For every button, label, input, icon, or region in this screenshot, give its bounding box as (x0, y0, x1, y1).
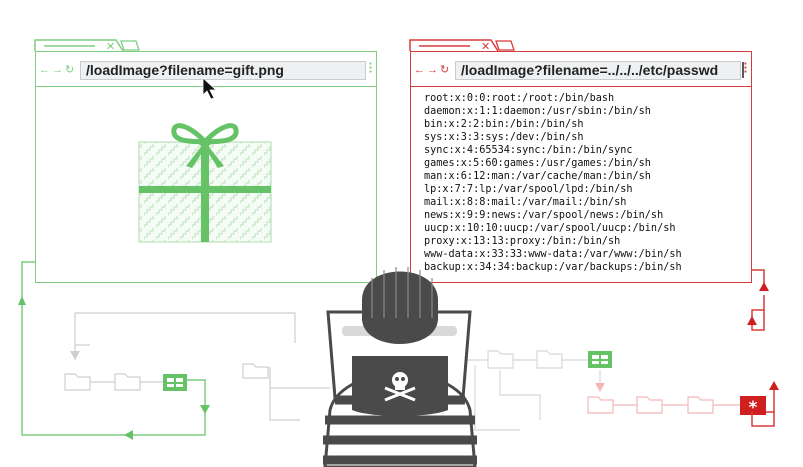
mouse-pointer-icon (202, 77, 218, 100)
svg-text:*: * (749, 398, 758, 418)
browser-tab-attack[interactable]: ✕ (409, 39, 515, 53)
image-file-icon (163, 374, 187, 391)
attack-flow-folders (587, 396, 714, 414)
arrow-up-icon (769, 381, 779, 390)
close-tab-icon: ✕ (106, 41, 115, 53)
arrow-down-icon (200, 405, 210, 414)
image-file-icon (588, 351, 612, 368)
arrow-down-icon (70, 351, 80, 360)
browser-tab-legit[interactable]: ✕ (34, 39, 140, 53)
new-tab-icon (120, 40, 140, 51)
close-tab-icon: ✕ (481, 41, 490, 53)
arrow-up-icon (759, 282, 769, 291)
arrow-left-icon (124, 430, 133, 440)
legit-flow-path (21, 261, 206, 436)
arrow-down-icon (595, 383, 605, 392)
file-tree-left (74, 312, 330, 421)
arrow-up-icon (18, 296, 26, 305)
file-tree-right (465, 359, 601, 431)
asterisk-file-icon: * (740, 396, 766, 418)
diagram-graphics: ✕ ✕ * (18, 39, 779, 467)
gift-icon (138, 123, 272, 243)
new-tab-icon (495, 40, 515, 51)
arrow-up-icon (747, 316, 757, 325)
